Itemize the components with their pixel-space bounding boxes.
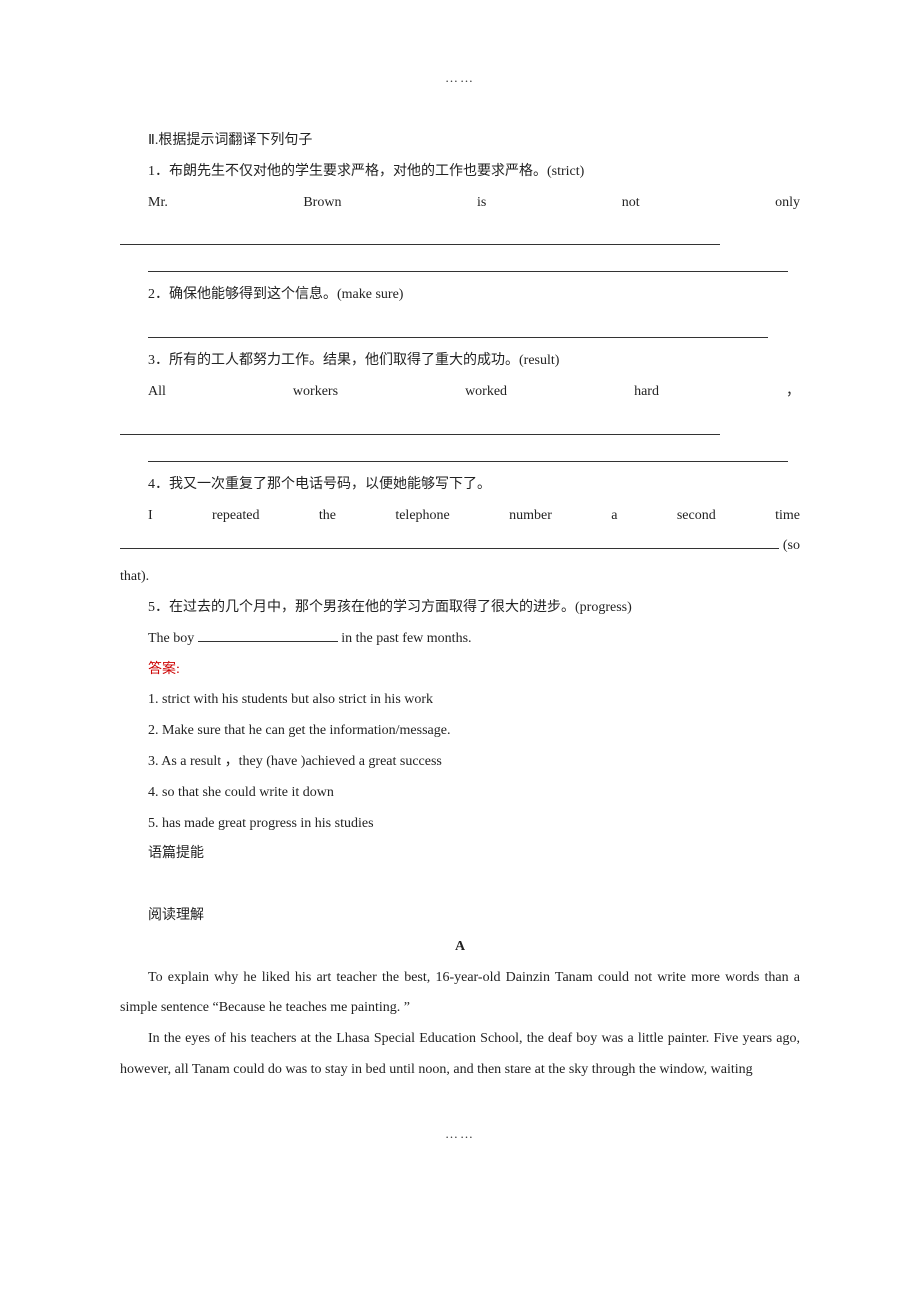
q5-pre: The boy xyxy=(148,631,198,646)
passage-label: A xyxy=(120,932,800,963)
q5-blank xyxy=(198,627,338,642)
q1-w1: Mr. xyxy=(148,195,168,210)
q4-w5: number xyxy=(509,508,552,523)
q4-w3: the xyxy=(319,508,336,523)
answer-4: 4. so that she could write it down xyxy=(120,778,800,809)
answer-3: 3. As a result ，they (have )achieved a g… xyxy=(120,747,800,778)
q3-w3: worked xyxy=(465,384,507,399)
q4-blank-line: (so xyxy=(120,531,800,562)
q4-w2: repeated xyxy=(212,508,259,523)
subheading-skill: 语篇提能 xyxy=(120,839,800,870)
q3-blank-1 xyxy=(120,420,720,435)
subheading-reading: 阅读理解 xyxy=(120,901,800,932)
passage-p2: In the eyes of his teachers at the Lhasa… xyxy=(120,1024,800,1086)
spacer xyxy=(120,870,800,901)
q4-words: I repeated the telephone number a second… xyxy=(120,501,800,532)
footer-dots: …… xyxy=(120,1126,800,1142)
q3-w2: workers xyxy=(293,384,338,399)
passage-p1: To explain why he liked his art teacher … xyxy=(120,963,800,1025)
q2-prompt: 2．确保他能够得到这个信息。(make sure) xyxy=(120,280,800,311)
q4-cont: that). xyxy=(120,562,800,593)
header-dots: …… xyxy=(120,70,800,86)
answer-2: 2. Make sure that he can get the informa… xyxy=(120,716,800,747)
q4-w4: telephone xyxy=(395,508,449,523)
q1-blank-1 xyxy=(120,230,720,245)
q4-w8: time xyxy=(775,508,800,523)
q4-blank xyxy=(120,536,779,549)
q1-w4: not xyxy=(622,195,640,210)
q5-prompt: 5．在过去的几个月中，那个男孩在他的学习方面取得了很大的进步。(progress… xyxy=(120,593,800,624)
q4-prompt: 4．我又一次重复了那个电话号码，以便她能够写下了。 xyxy=(120,470,800,501)
q3-blank-2 xyxy=(148,447,788,462)
q3-w1: All xyxy=(148,384,166,399)
answer-1: 1. strict with his students but also str… xyxy=(120,685,800,716)
q3-words: All workers worked hard ， xyxy=(120,377,800,408)
q4-w7: second xyxy=(677,508,716,523)
q5-post: in the past few months. xyxy=(338,631,472,646)
q1-words: Mr. Brown is not only xyxy=(120,188,800,219)
q5-sentence: The boy in the past few months. xyxy=(120,624,800,655)
section-2-title: Ⅱ.根据提示词翻译下列句子 xyxy=(120,126,800,157)
q1-w2: Brown xyxy=(303,195,341,210)
q4-tail: (so xyxy=(783,531,800,562)
q3-w4: hard xyxy=(634,384,659,399)
q3-prompt: 3．所有的工人都努力工作。结果，他们取得了重大的成功。(result) xyxy=(120,346,800,377)
q4-w1: I xyxy=(148,508,153,523)
q1-blank-2 xyxy=(148,257,788,272)
q3-w5: ， xyxy=(786,384,800,399)
answer-5: 5. has made great progress in his studie… xyxy=(120,809,800,840)
q2-blank xyxy=(148,323,768,338)
q4-w6: a xyxy=(611,508,617,523)
answers-label: 答案: xyxy=(120,655,800,686)
q1-prompt: 1．布朗先生不仅对他的学生要求严格，对他的工作也要求严格。(strict) xyxy=(120,157,800,188)
q1-w5: only xyxy=(775,195,800,210)
q1-w3: is xyxy=(477,195,486,210)
